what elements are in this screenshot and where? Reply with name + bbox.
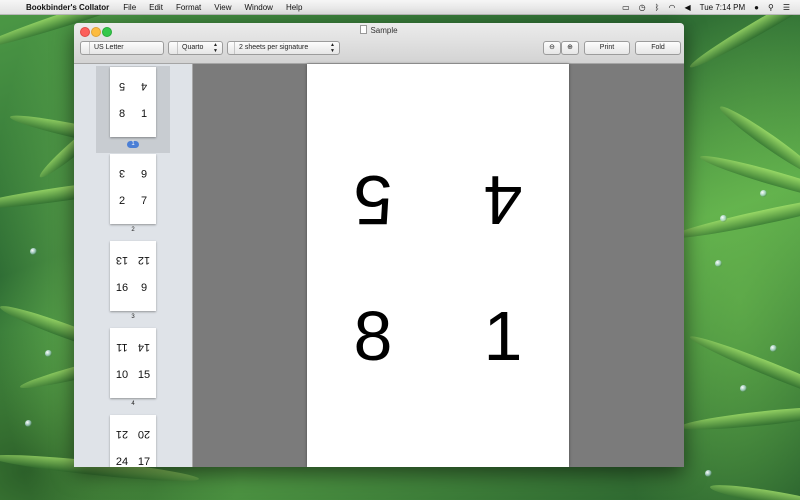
thumb-number: 17 — [137, 456, 151, 467]
thumb-number: 7 — [140, 195, 148, 207]
dew-drop — [30, 248, 37, 255]
thumb-number: 2 — [118, 195, 126, 207]
format-value: Quarto — [182, 44, 204, 51]
grass-blade — [668, 188, 800, 244]
paper-size-select[interactable]: US Letter — [80, 41, 164, 55]
menu-bar: Bookbinder's Collator File Edit Format V… — [0, 0, 800, 15]
volume-icon[interactable]: ◀ — [684, 3, 690, 12]
document-icon — [360, 25, 368, 34]
grass-blade — [687, 330, 800, 415]
thumbnail-item[interactable]: 21 20 24 17 — [96, 414, 170, 467]
menu-window[interactable]: Window — [244, 3, 272, 12]
zoom-out-icon: ⊖ — [549, 44, 555, 51]
thumbnail-page[interactable]: 11 14 10 15 — [110, 328, 156, 398]
menu-edit[interactable]: Edit — [149, 3, 163, 12]
page-number-bottom-right: 1 — [483, 297, 523, 375]
page-preview-area[interactable]: 5 4 8 1 — [193, 64, 684, 467]
spotlight-icon[interactable]: ⚲ — [768, 3, 774, 12]
thumb-number: 8 — [118, 108, 126, 120]
thumbnail-label: 2 — [131, 227, 135, 233]
thumb-number: 4 — [140, 80, 148, 92]
title-bar: Sample US Letter Quarto ▲ ▼ 2 sheets per … — [74, 23, 684, 64]
thumbnail-item[interactable]: 5 4 8 1 1 — [96, 66, 170, 153]
zoom-in-button[interactable]: ⊕ — [561, 41, 579, 55]
thumb-number: 21 — [115, 428, 129, 440]
thumb-number: 9 — [140, 282, 148, 294]
dew-drop — [715, 260, 722, 267]
paper-icon — [81, 42, 90, 54]
notification-center-icon[interactable]: ☰ — [783, 3, 790, 12]
thumbnail-page[interactable]: 5 4 8 1 — [110, 67, 156, 137]
menu-format[interactable]: Format — [176, 3, 201, 12]
zoom-in-icon: ⊕ — [567, 44, 573, 51]
thumb-number: 13 — [115, 254, 129, 266]
page-number-bottom-left: 8 — [353, 297, 393, 375]
page-preview[interactable]: 5 4 8 1 — [307, 64, 569, 467]
thumb-number: 12 — [137, 254, 151, 266]
dew-drop — [705, 470, 712, 477]
status-area: ▭ ◷ ᛒ ◠ ◀ Tue 7:14 PM ● ⚲ ☰ — [622, 0, 790, 14]
popup-arrows-icon: ▲ ▼ — [213, 42, 218, 54]
print-button[interactable]: Print — [584, 41, 630, 55]
thumbnail-page[interactable]: 13 12 16 9 — [110, 241, 156, 311]
app-menu[interactable]: Bookbinder's Collator — [26, 3, 109, 12]
thumb-number: 1 — [140, 108, 148, 120]
paper-size-value: US Letter — [94, 44, 124, 51]
dew-drop — [45, 350, 52, 357]
dew-drop — [740, 385, 747, 392]
thumbnail-label: 1 — [96, 141, 170, 148]
clock[interactable]: Tue 7:14 PM — [700, 3, 746, 12]
fold-button[interactable]: Fold — [635, 41, 681, 55]
thumbnail-page[interactable]: 21 20 24 17 — [110, 415, 156, 467]
thumb-number: 14 — [137, 341, 151, 353]
thumbnail-item[interactable]: 3 6 2 7 2 — [96, 153, 170, 240]
thumbnail-page[interactable]: 3 6 2 7 — [110, 154, 156, 224]
thumb-number: 11 — [116, 341, 128, 353]
thumb-number: 15 — [137, 369, 151, 381]
zoom-out-button[interactable]: ⊖ — [543, 41, 561, 55]
page-thumbnail-sidebar[interactable]: 5 4 8 1 1 3 6 2 7 2 13 12 16 9 3 11 14 1… — [74, 64, 193, 467]
user-icon[interactable]: ● — [754, 3, 759, 12]
thumb-number: 10 — [115, 369, 129, 381]
window-title: Sample — [74, 25, 684, 35]
bluetooth-icon[interactable]: ᛒ — [655, 3, 660, 12]
airplay-icon[interactable]: ▭ — [622, 3, 630, 12]
wifi-icon[interactable]: ◠ — [668, 3, 675, 12]
thumbnail-item[interactable]: 11 14 10 15 4 — [96, 327, 170, 414]
dew-drop — [760, 190, 767, 197]
thumbnail-label: 3 — [131, 314, 135, 320]
thumb-number: 20 — [137, 428, 151, 440]
dew-drop — [770, 345, 777, 352]
menu-file[interactable]: File — [123, 3, 136, 12]
dew-drop — [25, 420, 32, 427]
time-machine-icon[interactable]: ◷ — [639, 3, 646, 12]
sheets-per-signature-value: 2 sheets per signature — [239, 44, 309, 51]
sheets-per-signature-select[interactable]: 2 sheets per signature ▲ ▼ — [227, 41, 340, 55]
sheet-icon — [228, 42, 235, 54]
format-select[interactable]: Quarto ▲ ▼ — [168, 41, 223, 55]
thumb-number: 3 — [118, 167, 126, 179]
thumbnail-item[interactable]: 13 12 16 9 3 — [96, 240, 170, 327]
thumbnail-label: 4 — [131, 401, 135, 407]
app-window: Sample US Letter Quarto ▲ ▼ 2 sheets per … — [74, 23, 684, 467]
format-icon — [169, 42, 178, 54]
window-title-text: Sample — [370, 26, 398, 35]
popup-arrows-icon: ▲ ▼ — [330, 42, 335, 54]
menu-help[interactable]: Help — [286, 3, 302, 12]
selected-page-badge: 1 — [127, 141, 139, 148]
page-number-top-right: 4 — [483, 161, 523, 239]
page-number-top-left: 5 — [353, 161, 393, 239]
dew-drop — [720, 215, 727, 222]
grass-blade — [708, 480, 800, 500]
thumb-number: 16 — [115, 282, 129, 294]
menu-view[interactable]: View — [214, 3, 231, 12]
thumb-number: 6 — [140, 167, 148, 179]
grass-blade — [679, 402, 800, 434]
thumb-number: 24 — [115, 456, 129, 467]
thumb-number: 5 — [118, 80, 126, 92]
